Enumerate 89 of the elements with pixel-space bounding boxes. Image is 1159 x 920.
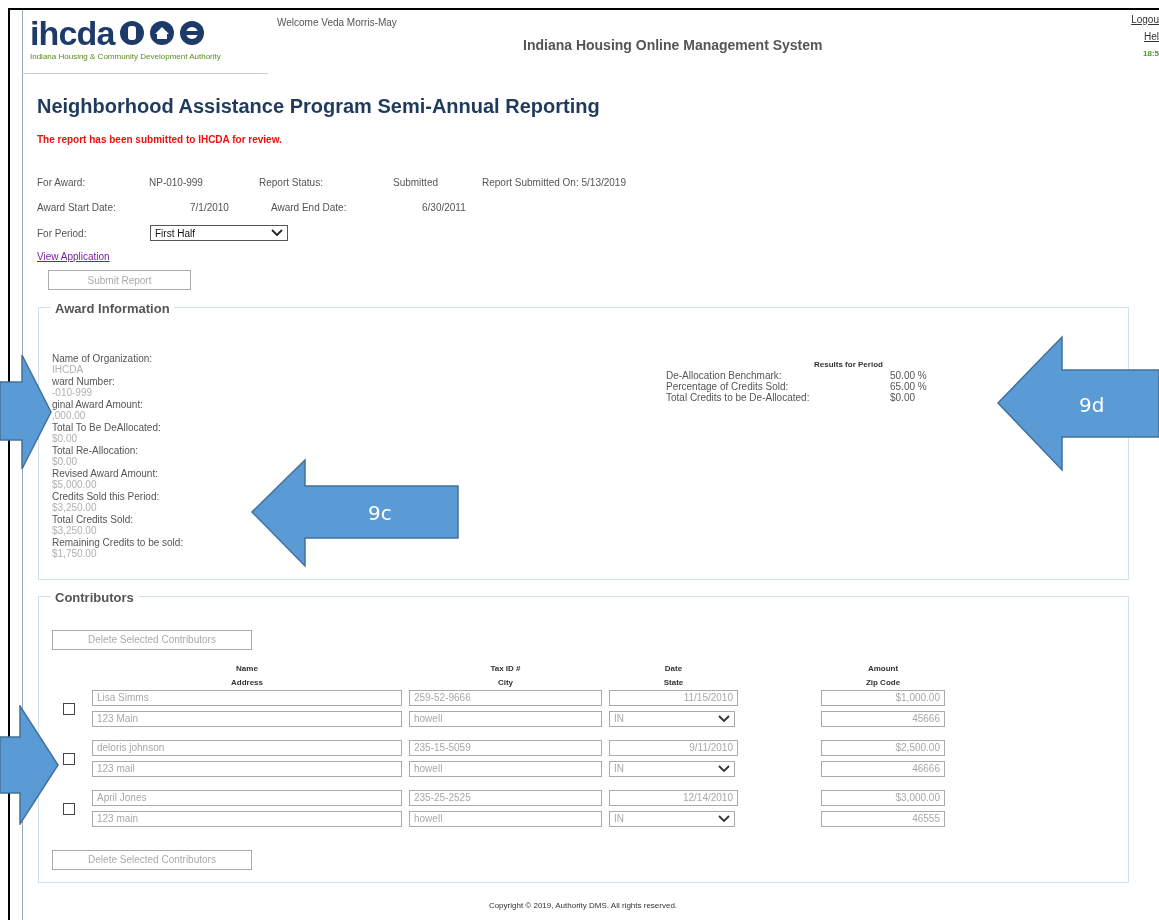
column-header: Zip Code — [865, 676, 901, 689]
input-field[interactable]: howell — [409, 810, 602, 827]
column-header: State — [663, 676, 684, 689]
logo-circles-icon — [118, 20, 205, 46]
field-label: Report Submitted On: 5/13/2019 — [482, 176, 627, 190]
input-field[interactable]: 46666 — [821, 760, 945, 777]
state-select[interactable]: IN — [609, 710, 735, 727]
column-header: Amount — [867, 662, 899, 675]
state-select[interactable]: IN — [609, 810, 735, 827]
input-field[interactable]: $3,000.00 — [821, 789, 945, 806]
column-header: Tax ID # — [490, 662, 521, 675]
logo-wordmark: ihcda — [30, 14, 115, 52]
field-value: $3,250.00 — [52, 525, 98, 537]
input-field[interactable]: $2,500.00 — [821, 739, 945, 756]
result-value: 65.00 % — [890, 380, 927, 392]
callout-label: 9d — [1079, 394, 1105, 416]
field-value: IHCDA — [52, 364, 85, 376]
view-application-link[interactable]: View Application — [37, 249, 110, 264]
input-field[interactable]: 259-52-9666 — [409, 689, 602, 706]
field-label: Award Start Date: — [37, 201, 117, 215]
field-label: Name of Organization: — [52, 352, 154, 364]
input-field[interactable]: 45666 — [821, 710, 945, 727]
chevron-icon — [718, 764, 730, 773]
input-field[interactable]: 235-25-2525 — [409, 789, 602, 806]
input-field[interactable]: howell — [409, 760, 602, 777]
field-label: For Period: — [37, 226, 88, 241]
input-field[interactable]: 123 Main — [92, 710, 402, 727]
column-header: Name — [236, 662, 258, 675]
field-label: Report Status: — [259, 176, 324, 190]
checkbox[interactable] — [63, 752, 75, 765]
field-label: ward Number: — [52, 375, 116, 387]
chevron-icon — [718, 814, 730, 823]
result-label: Percentage of Credits Sold: — [666, 380, 790, 392]
field-value: -010-999 — [52, 387, 94, 399]
system-title: Indiana Housing Online Management System — [523, 36, 823, 55]
field-value: $1,750.00 — [52, 548, 98, 560]
page-title: Neighborhood Assistance Program Semi-Annual Reporting — [37, 94, 601, 118]
field-label: Credits Sold this Period: — [52, 490, 161, 502]
input-field[interactable]: deloris johnson — [92, 739, 402, 756]
column-header: Address — [231, 676, 263, 689]
field-value: $5,000.00 — [52, 479, 98, 491]
result-value: 50.00 % — [890, 369, 927, 381]
input-field[interactable]: $1,000.00 — [821, 689, 945, 706]
period-select[interactable]: First Half — [150, 225, 288, 241]
session-time: 18:5 — [1143, 48, 1159, 60]
chevron-icon — [271, 229, 283, 237]
field-value: $0.00 — [52, 433, 79, 445]
field-label: Total To Be DeAllocated: — [52, 421, 162, 433]
field-label: For Award: — [37, 176, 87, 190]
input-field[interactable]: 9/11/2010 — [609, 739, 738, 756]
field-value: Submitted — [393, 176, 440, 190]
copyright-text: Copyright © 2019, Authority DMS. All rights reserved. — [488, 899, 678, 912]
input-field[interactable]: April Jones — [92, 789, 402, 806]
field-value: 7/1/2010 — [190, 201, 230, 215]
checkbox[interactable] — [63, 702, 75, 715]
callout-label: 9c — [368, 502, 392, 524]
column-header: City — [497, 676, 514, 689]
header-link[interactable]: Hel — [1144, 31, 1159, 43]
input-field[interactable]: 12/14/2010 — [609, 789, 738, 806]
input-field[interactable]: Lisa Simms — [92, 689, 402, 706]
input-field[interactable]: 123 mail — [92, 760, 402, 777]
welcome-text: Welcome Veda Morris-May — [277, 16, 397, 30]
field-label: Remaining Credits to be sold: — [52, 536, 184, 548]
input-field[interactable]: 235-15-5059 — [409, 739, 602, 756]
field-label: ginal Award Amount: — [52, 398, 144, 410]
field-label: Revised Award Amount: — [52, 467, 159, 479]
result-value: $0.00 — [890, 391, 916, 403]
field-value: 6/30/2011 — [422, 201, 467, 215]
input-field[interactable]: 11/15/2010 — [609, 689, 738, 706]
status-message: The report has been submitted to IHCDA for review. — [37, 133, 283, 147]
input-field[interactable]: 46555 — [821, 810, 945, 827]
header-link[interactable]: Logou — [1131, 14, 1159, 26]
state-select[interactable]: IN — [609, 760, 735, 777]
field-label: Award End Date: — [271, 201, 348, 215]
result-label: De-Allocation Benchmark: — [666, 369, 783, 381]
field-label: Total Re-Allocation: — [52, 444, 140, 456]
input-field[interactable]: howell — [409, 710, 602, 727]
field-label: Total Credits Sold: — [52, 513, 135, 525]
field-value: $3,250.00 — [52, 502, 98, 514]
logo-tagline: Indiana Housing & Community Development Authority — [30, 52, 222, 62]
field-value: ,000.00 — [52, 410, 87, 422]
checkbox[interactable] — [63, 802, 75, 815]
column-header: Date — [664, 662, 683, 675]
result-label: Total Credits to be De-Allocated: — [666, 391, 811, 403]
field-value: NP-010-999 — [149, 176, 204, 190]
field-value: $0.00 — [52, 456, 79, 468]
results-heading: Results for Period — [814, 359, 884, 370]
input-field[interactable]: 123 main — [92, 810, 402, 827]
chevron-icon — [718, 714, 730, 723]
